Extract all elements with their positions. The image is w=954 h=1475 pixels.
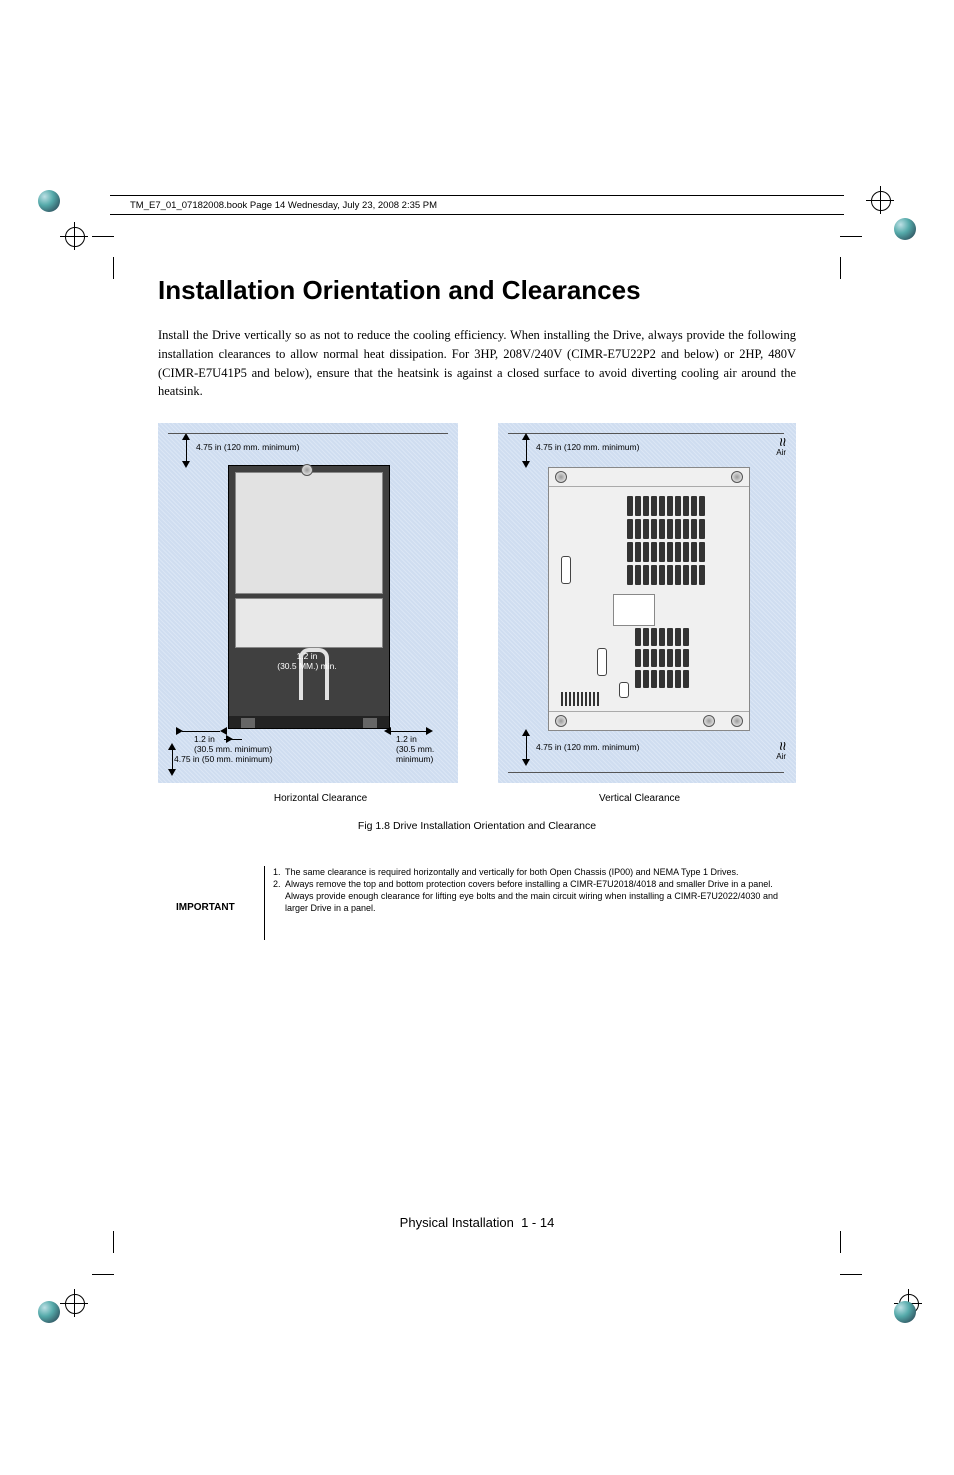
caption-vertical: Vertical Clearance	[599, 793, 680, 804]
important-text: Always remove the top and bottom protect…	[285, 878, 773, 890]
air-flow-icon: ≈ Air	[776, 437, 786, 457]
arrow-up-icon	[522, 729, 530, 736]
screw-icon	[703, 715, 715, 727]
crop-line	[92, 1274, 114, 1275]
important-note: IMPORTANT 1. The same clearance is requi…	[176, 866, 778, 940]
screw-icon	[555, 715, 567, 727]
list-item: Always provide enough clearance for lift…	[273, 890, 778, 914]
figure-panel-captions: Horizontal Clearance Vertical Clearance	[158, 793, 796, 804]
registration-dot-icon	[38, 1301, 60, 1323]
important-text: Always provide enough clearance for lift…	[285, 890, 778, 914]
dimension-arrow	[172, 747, 173, 771]
dim-label: 4.75 in (120 mm. minimum)	[536, 443, 639, 453]
page-footer: Physical Installation 1 - 14	[0, 1215, 954, 1230]
drive-display-slot	[235, 598, 383, 648]
drive-rear-icon	[548, 467, 750, 731]
dimension-arrow	[390, 731, 428, 732]
guide-line	[508, 772, 784, 773]
running-header: TM_E7_01_07182008.book Page 14 Wednesday…	[110, 195, 844, 215]
dimension-arrow	[526, 733, 527, 761]
dim-label: 1.2 in (30.5 mm. minimum)	[194, 735, 272, 755]
slot-icon	[619, 682, 629, 698]
drive-cover-panel	[235, 472, 383, 594]
arrow-down-icon	[168, 769, 176, 776]
page-container: TM_E7_01_07182008.book Page 14 Wednesday…	[0, 0, 954, 1475]
registration-dot-icon	[38, 190, 60, 212]
dim-label: 4.75 in (120 mm. minimum)	[536, 743, 639, 753]
arrow-up-icon	[522, 433, 530, 440]
crop-line	[92, 236, 114, 237]
crop-line	[113, 257, 114, 279]
dim-label: 4.75 in (50 mm. minimum)	[174, 755, 273, 765]
slot-icon	[561, 556, 571, 584]
important-text: The same clearance is required horizonta…	[285, 866, 739, 878]
arrow-left-icon	[384, 727, 391, 735]
registration-dot-icon	[894, 218, 916, 240]
caption-horizontal: Horizontal Clearance	[274, 793, 367, 804]
divider-line	[549, 711, 749, 712]
air-flow-icon: ≈ Air	[776, 741, 786, 761]
arrow-down-icon	[182, 461, 190, 468]
body-paragraph: Install the Drive vertically so as not t…	[158, 326, 796, 401]
footer-section: Physical Installation	[400, 1215, 514, 1230]
content-area: Installation Orientation and Clearances …	[158, 275, 796, 940]
screw-icon	[555, 471, 567, 483]
divider-line	[549, 486, 749, 487]
mount-notch	[241, 718, 255, 728]
registration-dot-icon	[894, 1301, 916, 1323]
crop-line	[840, 257, 841, 279]
wave-icon: ≈	[776, 742, 786, 751]
arrow-left-icon	[220, 727, 227, 735]
crop-line	[840, 236, 862, 237]
barcode-icon	[561, 692, 599, 706]
important-label: IMPORTANT	[176, 866, 265, 940]
dim-label: 1.2 in (30.5 mm. minimum)	[396, 735, 458, 764]
page-title: Installation Orientation and Clearances	[158, 275, 796, 306]
dim-label: 4.75 in (120 mm. minimum)	[196, 443, 299, 453]
crop-line	[840, 1274, 862, 1275]
list-item: 1. The same clearance is required horizo…	[273, 866, 778, 878]
drive-front-icon: 1.2 in (30.5 MM.) min.	[228, 465, 390, 729]
figure-caption: Fig 1.8 Drive Installation Orientation a…	[158, 820, 796, 832]
arrow-up-icon	[182, 433, 190, 440]
heatsink-vents	[635, 628, 689, 688]
dimension-arrow	[182, 731, 220, 732]
arrow-down-icon	[522, 461, 530, 468]
heatsink-vents	[627, 496, 705, 585]
wave-icon: ≈	[776, 438, 786, 447]
screw-icon	[731, 471, 743, 483]
figure-panel-horizontal: 4.75 in (120 mm. minimum) 1.2 in (30.5 M…	[158, 423, 458, 783]
label-plate	[613, 594, 655, 626]
screw-icon	[731, 715, 743, 727]
dim-label: 1.2 in (30.5 MM.) min.	[257, 652, 357, 672]
screw-icon	[301, 464, 313, 476]
list-item: 2. Always remove the top and bottom prot…	[273, 878, 778, 890]
slot-icon	[597, 648, 607, 676]
crop-line	[113, 1231, 114, 1253]
arrow-down-icon	[522, 759, 530, 766]
header-text: TM_E7_01_07182008.book Page 14 Wednesday…	[130, 200, 437, 211]
figure-panel-vertical: 4.75 in (120 mm. minimum) ≈ Air ≈ Air	[498, 423, 796, 783]
arrow-up-icon	[168, 743, 176, 750]
guide-line	[168, 433, 448, 434]
mount-notch	[363, 718, 377, 728]
crop-line	[840, 1231, 841, 1253]
important-list: 1. The same clearance is required horizo…	[265, 866, 778, 915]
arrow-right-icon	[426, 727, 433, 735]
guide-line	[508, 433, 784, 434]
figure-1-8: 4.75 in (120 mm. minimum) 1.2 in (30.5 M…	[158, 423, 796, 783]
footer-page: 1 - 14	[521, 1215, 554, 1230]
